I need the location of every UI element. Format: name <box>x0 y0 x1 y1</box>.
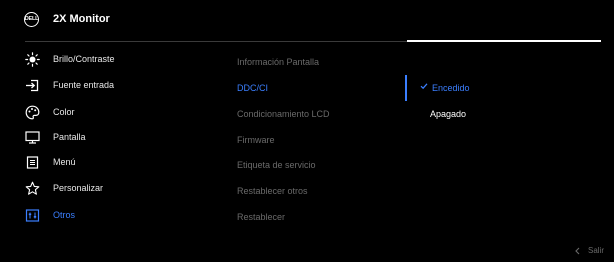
star-icon <box>25 181 40 195</box>
menu-icon <box>26 156 39 169</box>
exit-label: Salir <box>587 246 604 255</box>
menu-item-label: Personalizar <box>53 183 104 193</box>
dell-logo: DELL <box>24 12 39 27</box>
menu-item-pantalla[interactable]: Pantalla <box>0 128 230 148</box>
menu-item-color[interactable]: Color <box>0 103 230 123</box>
submenu-item-restablecer[interactable]: Restablecer <box>237 211 285 223</box>
option-apagado[interactable]: Apagado <box>430 108 466 120</box>
header-divider <box>25 41 407 42</box>
options-header-highlight <box>407 40 601 42</box>
others-icon <box>25 209 40 222</box>
option-encendido[interactable]: Encedido <box>432 82 470 94</box>
exit-button[interactable]: Salir <box>575 246 604 256</box>
monitor-title: 2X Monitor <box>53 13 110 25</box>
selection-indicator <box>405 75 407 101</box>
submenu-item-informacion-pantalla[interactable]: Información Pantalla <box>237 56 319 68</box>
menu-item-label: Pantalla <box>53 132 86 142</box>
menu-item-label: Color <box>53 107 75 117</box>
submenu-item-etiqueta-servicio[interactable]: Etiqueta de servicio <box>237 159 316 171</box>
menu-item-menu[interactable]: Menú <box>0 153 230 173</box>
menu-item-personalizar[interactable]: Personalizar <box>0 179 230 199</box>
submenu-item-ddc-ci[interactable]: DDC/CI <box>237 82 268 94</box>
menu-item-label: Menú <box>53 157 76 167</box>
menu-item-label: Fuente entrada <box>53 80 115 90</box>
brightness-icon <box>25 52 40 67</box>
menu-item-label: Brillo/Contraste <box>53 54 115 64</box>
submenu-item-restablecer-otros[interactable]: Restablecer otros <box>237 185 308 197</box>
submenu-item-firmware[interactable]: Firmware <box>237 134 275 146</box>
menu-item-label: Otros <box>53 210 76 220</box>
display-icon <box>25 131 40 144</box>
menu-item-brillo-contraste[interactable]: Brillo/Contraste <box>0 50 230 70</box>
menu-item-otros[interactable]: Otros <box>0 206 230 226</box>
menu-item-fuente-entrada[interactable]: Fuente entrada <box>0 76 230 96</box>
submenu-item-condicionamiento-lcd[interactable]: Condicionamiento LCD <box>237 108 330 120</box>
input-source-icon <box>26 79 39 92</box>
osd-panel: DELL 2X Monitor Brillo/Contraste Fuente … <box>0 0 614 262</box>
chevron-left-icon <box>575 247 580 255</box>
dell-logo-text: DELL <box>24 15 39 22</box>
check-icon <box>420 83 428 90</box>
color-palette-icon <box>25 105 40 120</box>
osd-header: DELL 2X Monitor <box>0 0 614 41</box>
